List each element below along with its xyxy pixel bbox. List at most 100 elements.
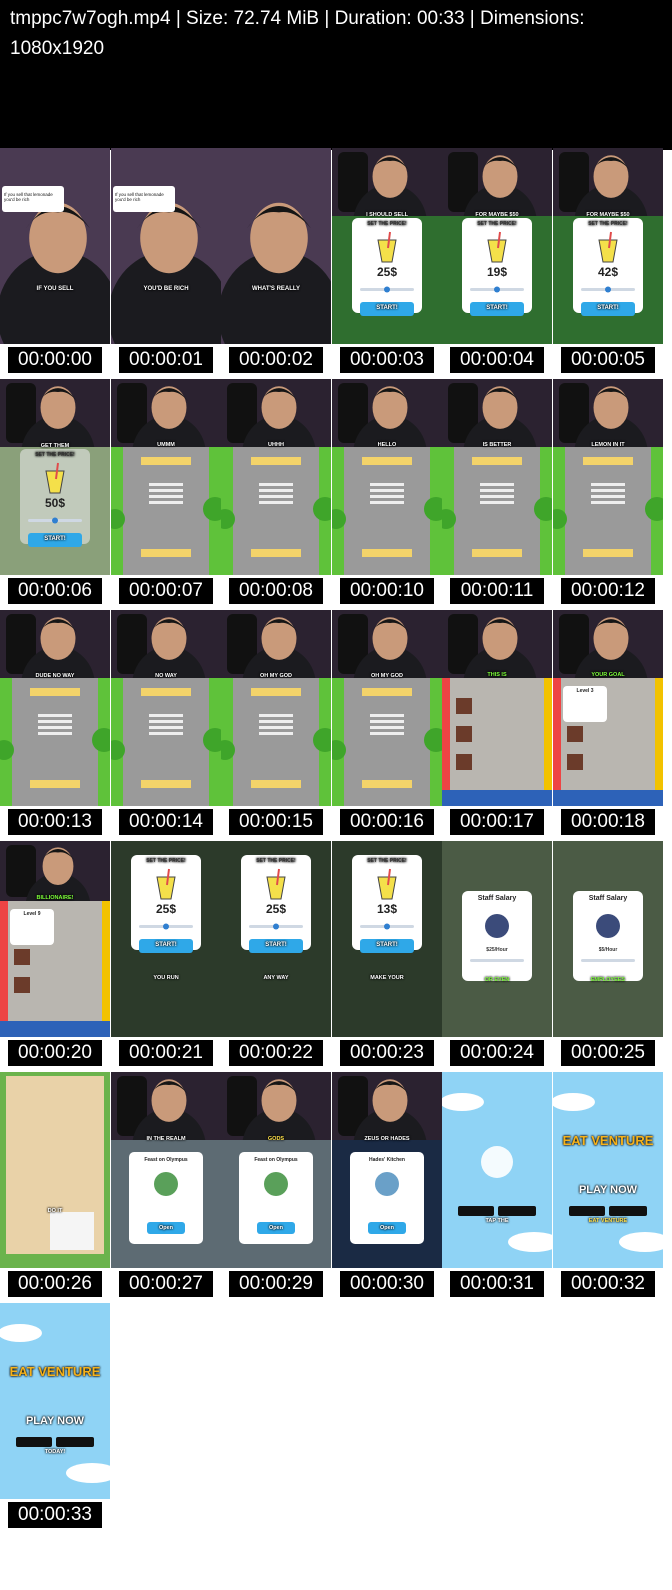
lemonade-stand-bottom [251, 780, 301, 788]
video-thumbnail[interactable]: If you sell that lemonade you'd be rich I… [0, 148, 110, 344]
video-thumbnail[interactable]: EAT VENTURE PLAY NOW EAT VENTURE [553, 1072, 663, 1268]
wall-right [102, 901, 110, 1037]
video-thumbnail[interactable]: WHAT'S REALLY [221, 148, 331, 344]
video-thumbnail[interactable]: OH MY GOD [332, 610, 442, 806]
video-thumbnail[interactable]: Hades' Kitchen Open ZEUS OR HADES [332, 1072, 442, 1268]
world-icon [154, 1172, 178, 1196]
play-now-text[interactable]: PLAY NOW [553, 1184, 663, 1196]
timestamp-label: 00:00:27 [119, 1271, 213, 1297]
video-thumbnail[interactable]: UMMM [111, 379, 221, 575]
bottom-toolbar [0, 1021, 110, 1037]
price-value: 50$ [44, 496, 66, 510]
subtitle-caption: EMPLOYEES [590, 977, 626, 983]
video-thumbnail[interactable]: TAP THE [442, 1072, 552, 1268]
table [14, 977, 30, 993]
video-thumbnail[interactable]: IS BETTER [442, 379, 552, 575]
video-thumbnail[interactable]: LEMON IN IT [553, 379, 663, 575]
crosswalk-stripe [370, 726, 404, 729]
video-thumbnail[interactable]: Staff Salary $5/Hour EMPLOYEES [553, 841, 663, 1037]
google-play-badge [56, 1437, 94, 1447]
video-thumbnail[interactable]: UHHH [221, 379, 331, 575]
video-thumbnail[interactable]: SET THE PRICE! 13$ START! MAKE YOUR [332, 841, 442, 1037]
video-thumbnail[interactable]: THIS IS [442, 610, 552, 806]
video-thumbnail[interactable]: OH MY GOD [221, 610, 331, 806]
start-button-label[interactable]: START! [0, 536, 110, 542]
video-thumbnail[interactable]: SET THE PRICE! 19$ START! FOR MAYBE $50 [442, 148, 552, 344]
app-store-badge [16, 1437, 52, 1447]
play-now-text[interactable]: PLAY NOW [0, 1415, 110, 1427]
thumbnail-image [553, 841, 663, 1037]
crosswalk-stripe [259, 501, 293, 504]
video-thumbnail[interactable]: Feast on Olympus Open IN THE REALM [111, 1072, 221, 1268]
video-thumbnail[interactable]: Staff Salary $25/Hour OR EVEN [442, 841, 552, 1037]
subtitle-caption: YOUR GOAL [591, 672, 625, 678]
lemonade-stand-top [141, 457, 191, 465]
salary-card-title: Staff Salary [477, 895, 517, 902]
start-button-label[interactable]: START! [442, 305, 552, 311]
video-thumbnail[interactable]: EAT VENTURE PLAY NOW TODAY! [0, 1303, 110, 1499]
table [456, 754, 472, 770]
salary-card-title: Staff Salary [588, 895, 628, 902]
video-thumbnail[interactable]: Level 3 YOUR GOAL [553, 610, 663, 806]
timestamp-label: 00:00:25 [561, 1040, 655, 1066]
video-thumbnail[interactable]: Feast on Olympus Open GODS [221, 1072, 331, 1268]
table [567, 726, 583, 742]
video-thumbnail[interactable]: If you sell that lemonade you'd be rich Y… [111, 148, 221, 344]
kitchen-tiles [50, 1212, 94, 1250]
price-slider-thumb [384, 923, 390, 930]
crosswalk-stripe [38, 726, 72, 729]
video-thumbnail[interactable]: SET THE PRICE! 25$ START! YOU RUN [111, 841, 221, 1037]
salary-slider-track [470, 959, 524, 962]
price-value: 13$ [376, 902, 398, 916]
subtitle-caption: YOU'D BE RICH [143, 286, 189, 292]
subtitle-caption: NO WAY [155, 673, 177, 679]
video-thumbnail[interactable]: SET THE PRICE! 42$ START! FOR MAYBE $50 [553, 148, 663, 344]
lemonade-stand-bottom [141, 549, 191, 557]
thumbnail-image [442, 841, 552, 1037]
thumbnail-image [442, 148, 552, 344]
video-thumbnail[interactable]: DO IT [0, 1072, 110, 1268]
crosswalk-stripe [370, 495, 404, 498]
open-button-label[interactable]: Open [332, 1225, 442, 1231]
streamer-face [140, 202, 198, 274]
subtitle-caption: WHAT'S REALLY [251, 286, 301, 292]
crosswalk-stripe [149, 501, 183, 504]
subtitle-caption: BILLIONAIRE! [36, 895, 74, 901]
subtitle-caption: THIS IS [487, 672, 507, 678]
video-thumbnail[interactable]: SET THE PRICE! 25$ START! ANY WAY [221, 841, 331, 1037]
crosswalk-stripe [259, 720, 293, 723]
open-button-label[interactable]: Open [221, 1225, 331, 1231]
start-button-label[interactable]: START! [553, 305, 663, 311]
comment-text: If you sell that lemonade you'd be rich [115, 192, 164, 202]
streamer-face [151, 1079, 187, 1122]
crosswalk-stripe [480, 495, 514, 498]
price-card-title: SET THE PRICE! [146, 858, 186, 864]
lemonade-stand-top [362, 688, 412, 696]
wall-left [0, 901, 8, 1037]
salary-value: $5/Hour [598, 947, 618, 953]
thumbnail-image [221, 148, 331, 344]
start-button-label[interactable]: START! [332, 942, 442, 948]
video-thumbnail[interactable]: HELLO [332, 379, 442, 575]
start-button-label[interactable]: START! [221, 942, 331, 948]
streamer-face [261, 386, 297, 429]
video-thumbnail[interactable]: Level 9 BILLIONAIRE! [0, 841, 110, 1037]
lemonade-stand-top [362, 457, 412, 465]
subtitle-caption: UHHH [268, 442, 284, 448]
open-button-label[interactable]: Open [111, 1225, 221, 1231]
video-thumbnail[interactable]: SET THE PRICE! 50$ START! GET THEM [0, 379, 110, 575]
start-button-label[interactable]: START! [111, 942, 221, 948]
price-slider-thumb [273, 923, 279, 930]
table [456, 698, 472, 714]
subtitle-caption: YOU RUN [153, 975, 179, 981]
video-thumbnail[interactable]: SET THE PRICE! 25$ START! I SHOULD SELL [332, 148, 442, 344]
streamer-face [261, 1079, 297, 1122]
crosswalk-stripe [259, 495, 293, 498]
video-thumbnail[interactable]: NO WAY [111, 610, 221, 806]
start-button-label[interactable]: START! [332, 305, 442, 311]
timestamp-label: 00:00:31 [450, 1271, 544, 1297]
streamer-face [151, 386, 187, 429]
subtitle-caption: IS BETTER [482, 442, 512, 448]
video-thumbnail[interactable]: DUDE NO WAY [0, 610, 110, 806]
cloud [553, 1093, 595, 1111]
